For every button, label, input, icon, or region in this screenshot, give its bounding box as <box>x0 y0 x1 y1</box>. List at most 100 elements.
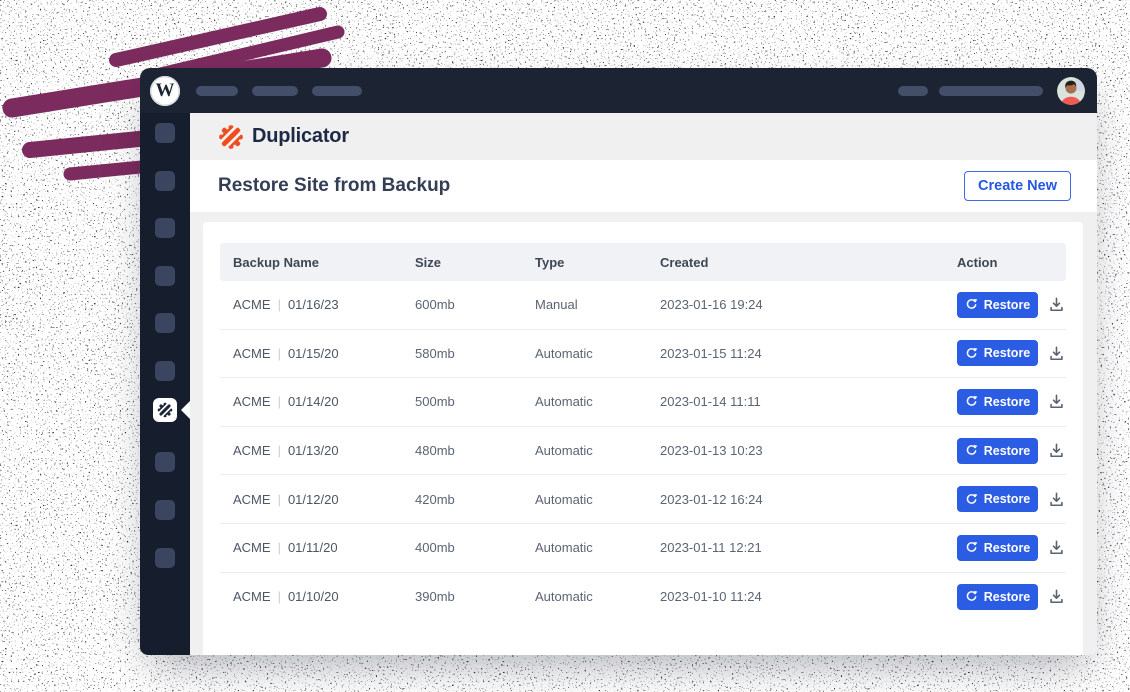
page: W Duplicator Restore Site from Backup Cr… <box>0 0 1130 692</box>
backup-name-cell: ACME | 01/11/20 <box>233 540 415 555</box>
sidebar-item-placeholder[interactable] <box>155 313 175 333</box>
size-cell: 390mb <box>415 589 455 605</box>
sidebar-item-placeholder[interactable] <box>155 123 175 143</box>
restore-button[interactable]: Restore <box>957 486 1038 513</box>
nav-placeholder-pill <box>939 85 1043 96</box>
size-cell: 420mb <box>415 491 455 507</box>
download-button[interactable] <box>1048 393 1065 410</box>
table-row: ACME | 01/11/20 400mb Automatic 2023-01-… <box>220 524 1066 573</box>
backup-name-date: 01/12/20 <box>287 491 339 507</box>
restore-button-label: Restore <box>983 443 1031 458</box>
type-cell: Automatic <box>535 491 593 507</box>
restore-button[interactable]: Restore <box>957 437 1038 464</box>
restore-rotate-icon <box>966 299 978 310</box>
name-separator: | <box>277 540 281 556</box>
restore-button[interactable]: Restore <box>957 534 1038 561</box>
sidebar-item-placeholder[interactable] <box>155 218 175 238</box>
download-icon <box>1050 395 1063 409</box>
action-cell: Restore <box>957 486 1066 513</box>
download-icon <box>1050 540 1063 555</box>
action-cell: Restore <box>957 437 1066 464</box>
restore-button[interactable]: Restore <box>957 583 1038 610</box>
size-cell: 480mb <box>415 443 455 459</box>
admin-window: W Duplicator Restore Site from Backup Cr… <box>140 68 1097 655</box>
created-cell: 2023-01-11 12:21 <box>660 540 762 556</box>
name-separator: | <box>277 297 281 313</box>
backup-name-date: 01/10/20 <box>287 589 339 605</box>
download-button[interactable] <box>1048 345 1065 362</box>
type-cell: Manual <box>535 297 578 313</box>
page-title: Restore Site from Backup <box>218 175 451 196</box>
table-row: ACME | 01/16/23 600mb Manual 2023-01-16 … <box>220 281 1066 330</box>
duplicator-gear-icon <box>218 123 244 150</box>
backup-name-cell: ACME | 01/15/20 <box>233 346 415 361</box>
restore-rotate-icon <box>966 493 978 504</box>
table-header-row: Backup Name Size Type Created Action <box>220 243 1066 281</box>
backup-name-prefix: ACME <box>233 394 271 410</box>
restore-button-label: Restore <box>983 540 1031 555</box>
sidebar-item-placeholder[interactable] <box>155 360 175 381</box>
backup-name-date: 01/14/20 <box>287 394 339 410</box>
create-new-button[interactable]: Create New <box>964 171 1071 201</box>
admin-sidebar <box>140 113 190 655</box>
sidebar-item-duplicator-active[interactable] <box>153 398 177 422</box>
backup-name-cell: ACME | 01/10/20 <box>233 589 415 604</box>
column-header-size: Size <box>415 254 442 270</box>
backup-name-prefix: ACME <box>233 297 271 313</box>
restore-button[interactable]: Restore <box>957 291 1038 318</box>
created-cell: 2023-01-13 10:23 <box>660 443 763 459</box>
admin-topbar: W <box>140 68 1097 113</box>
restore-button[interactable]: Restore <box>957 340 1038 367</box>
type-cell: Automatic <box>535 394 593 410</box>
sidebar-item-placeholder[interactable] <box>155 170 175 191</box>
backup-name-prefix: ACME <box>233 589 271 605</box>
sidebar-item-placeholder[interactable] <box>155 548 175 568</box>
backup-name-prefix: ACME <box>233 443 271 459</box>
sidebar-item-placeholder[interactable] <box>155 265 175 286</box>
created-cell: 2023-01-14 11:11 <box>660 394 761 410</box>
created-cell: 2023-01-16 19:24 <box>660 297 763 313</box>
user-avatar[interactable] <box>1057 76 1085 105</box>
plugin-header: Duplicator <box>190 113 1097 160</box>
restore-rotate-icon <box>966 347 978 358</box>
restore-button-label: Restore <box>983 492 1031 507</box>
restore-rotate-icon <box>966 542 978 553</box>
download-icon <box>1050 443 1063 458</box>
column-header-created: Created <box>660 254 709 270</box>
table-row: ACME | 01/15/20 580mb Automatic 2023-01-… <box>220 330 1066 379</box>
nav-placeholder-pill <box>252 85 298 96</box>
sidebar-item-placeholder[interactable] <box>155 452 175 472</box>
restore-rotate-icon <box>966 396 978 407</box>
backup-name-date: 01/16/23 <box>287 297 339 313</box>
table-row: ACME | 01/10/20 390mb Automatic 2023-01-… <box>220 573 1066 622</box>
download-button[interactable] <box>1048 491 1065 508</box>
name-separator: | <box>277 443 281 459</box>
restore-button[interactable]: Restore <box>957 388 1038 415</box>
download-button[interactable] <box>1048 539 1065 556</box>
backup-name-date: 01/13/20 <box>287 443 339 459</box>
action-cell: Restore <box>957 291 1066 318</box>
table-body: ACME | 01/16/23 600mb Manual 2023-01-16 … <box>220 281 1066 621</box>
download-button[interactable] <box>1048 296 1065 313</box>
type-cell: Automatic <box>535 589 593 605</box>
active-item-pointer <box>181 401 190 419</box>
name-separator: | <box>277 589 281 605</box>
column-header-type: Type <box>535 254 565 270</box>
wordpress-icon[interactable]: W <box>150 75 180 106</box>
action-cell: Restore <box>957 388 1066 415</box>
type-cell: Automatic <box>535 345 593 361</box>
download-icon <box>1050 589 1063 604</box>
table-row: ACME | 01/12/20 420mb Automatic 2023-01-… <box>220 475 1066 524</box>
restore-button-label: Restore <box>983 346 1031 361</box>
backup-name-prefix: ACME <box>233 540 271 556</box>
action-cell: Restore <box>957 340 1066 367</box>
download-button[interactable] <box>1048 442 1065 459</box>
backup-name-cell: ACME | 01/16/23 <box>233 297 415 312</box>
created-cell: 2023-01-10 11:24 <box>660 589 762 605</box>
nav-placeholder-pill <box>196 85 238 96</box>
name-separator: | <box>277 394 281 410</box>
brand-name: Duplicator <box>252 125 349 147</box>
sidebar-item-placeholder[interactable] <box>155 500 175 520</box>
download-button[interactable] <box>1048 588 1065 605</box>
backups-table-card: Backup Name Size Type Created Action ACM… <box>203 222 1083 655</box>
